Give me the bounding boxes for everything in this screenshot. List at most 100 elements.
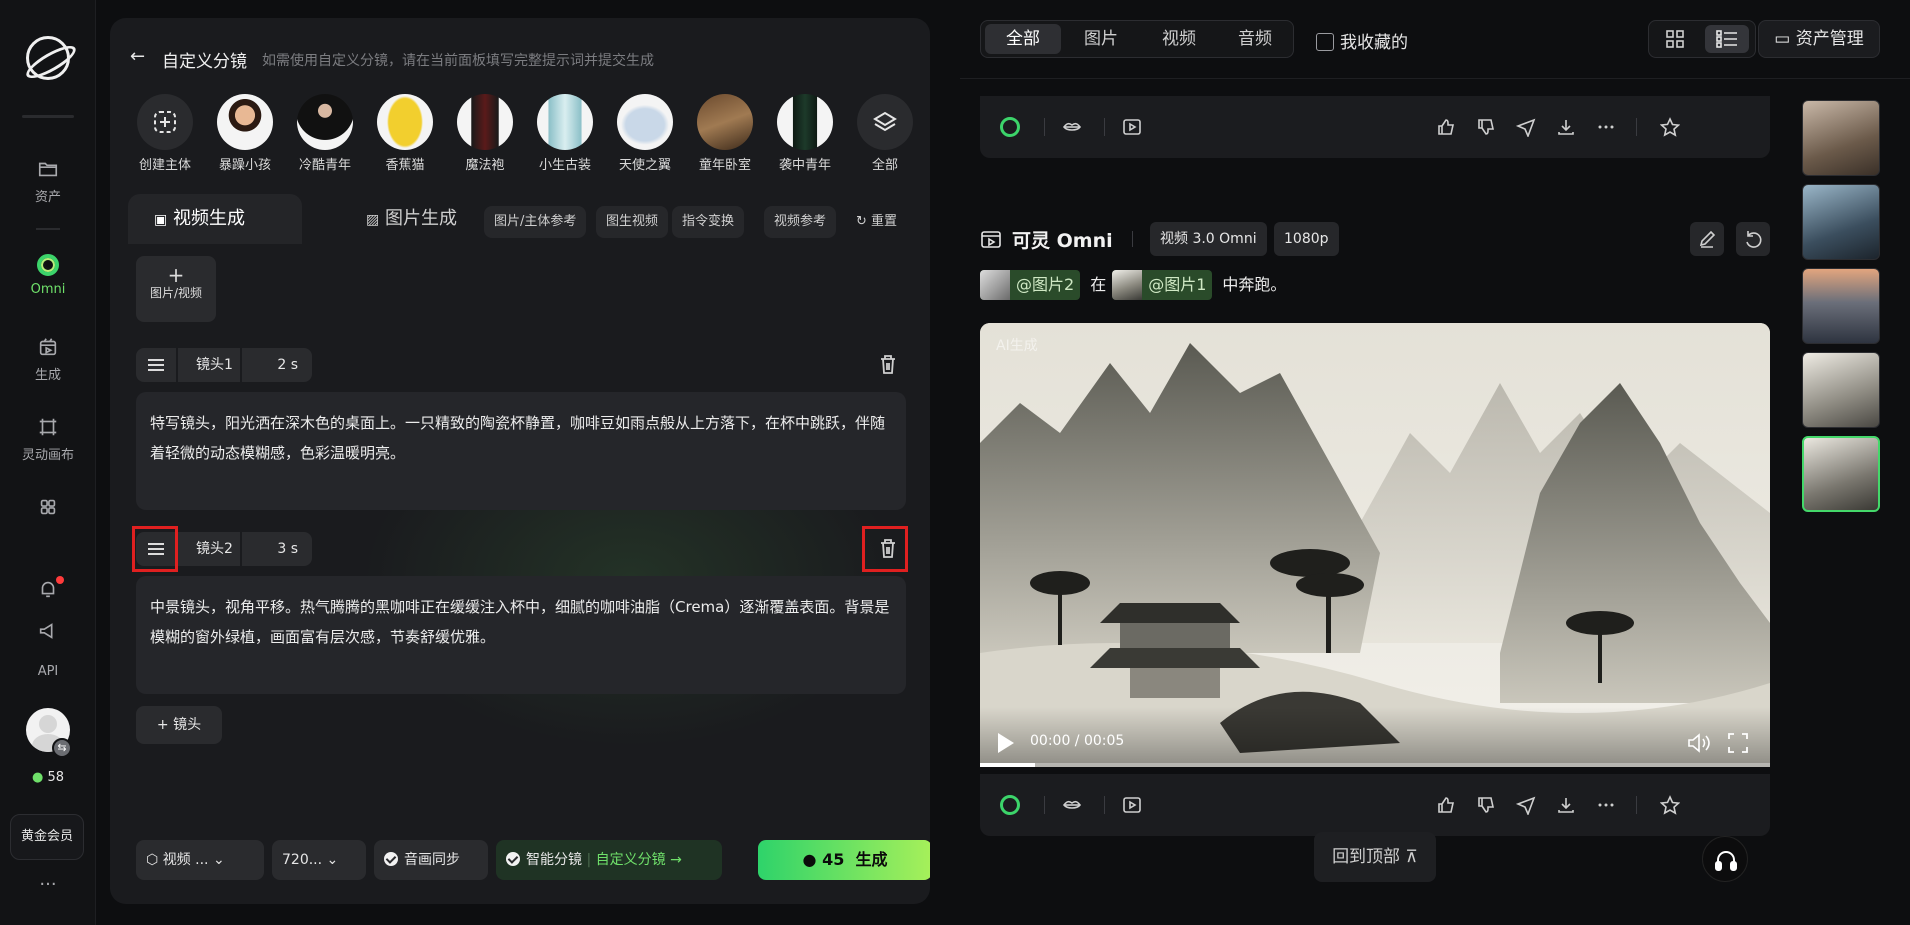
grid-view-button[interactable] <box>1653 25 1697 53</box>
audio-sync-toggle[interactable]: 音画同步 <box>374 840 488 880</box>
chevron-down-icon: ⌄ <box>326 852 339 868</box>
edit-button[interactable] <box>1690 222 1724 256</box>
subject-all[interactable]: 全部 <box>850 94 920 173</box>
chip-image-subject-ref[interactable]: 图片/主体参考 <box>484 206 587 238</box>
filter-audio[interactable]: 音频 <box>1217 24 1293 54</box>
history-thumbnail[interactable] <box>1802 100 1880 176</box>
thumbs-down-icon[interactable] <box>1476 117 1496 137</box>
rail-item-assets[interactable]: 资产 <box>0 158 96 205</box>
shot-header: 镜头2 3 s <box>136 532 906 566</box>
model-chip: 视频 3.0 Omni <box>1150 222 1267 256</box>
subject-thumbnail <box>617 94 673 150</box>
subject-item[interactable]: 香蕉猫 <box>370 94 440 173</box>
favorites-checkbox[interactable]: 我收藏的 <box>1316 28 1408 53</box>
folder-icon: ▭ <box>1774 29 1791 49</box>
upload-media-button[interactable]: + 图片/视频 <box>136 256 216 322</box>
chip-instruction-transform[interactable]: 指令变换 <box>672 206 745 238</box>
shot-prompt-textarea[interactable]: 特写镜头，阳光洒在深木色的桌面上。一只精致的陶瓷杯静置，咖啡豆如雨点般从上方落下… <box>136 392 906 510</box>
volume-icon[interactable] <box>1686 731 1712 755</box>
regenerate-button[interactable] <box>1736 222 1770 256</box>
layers-icon <box>857 94 913 150</box>
shot-name[interactable]: 镜头2 <box>178 532 240 566</box>
asset-management-button[interactable]: ▭ 资产管理 <box>1758 20 1880 58</box>
subject-item[interactable]: 暴躁小孩 <box>210 94 280 173</box>
vip-button[interactable]: 黄金会员 <box>10 814 84 860</box>
star-icon[interactable] <box>1660 795 1680 815</box>
subject-item[interactable]: 袭中青年 <box>770 94 840 173</box>
left-rail: 资产 Omni 生成 灵动画布 API ⇆ ● 58 黄金会员 ··· <box>0 0 96 925</box>
subject-item[interactable]: 童年卧室 <box>690 94 760 173</box>
image-reference-tag[interactable]: @图片1 <box>1112 270 1213 300</box>
filter-all[interactable]: 全部 <box>985 24 1061 54</box>
thumbs-down-icon[interactable] <box>1476 795 1496 815</box>
menu-icon <box>148 359 164 371</box>
subject-item[interactable]: 小生古装 <box>530 94 600 173</box>
chip-video-reference[interactable]: 视频参考 <box>764 206 837 238</box>
back-to-top-button[interactable]: 回到顶部 ⊼ <box>1314 832 1436 882</box>
add-shot-label: 镜头 <box>173 717 202 733</box>
back-arrow-icon[interactable]: ← <box>130 46 145 67</box>
history-thumbnail[interactable] <box>1802 352 1880 428</box>
more-icon[interactable] <box>1596 117 1616 137</box>
rail-item-apps[interactable] <box>0 496 96 524</box>
shot-duration[interactable]: 3 s <box>242 532 312 566</box>
filter-image[interactable]: 图片 <box>1063 24 1139 54</box>
custom-shot-link[interactable]: 自定义分镜 → <box>596 852 682 868</box>
vip-label: 黄金会员 <box>20 829 73 844</box>
media-filter-tabs: 全部 图片 视频 音频 <box>980 20 1294 58</box>
subject-item[interactable]: 魔法袍 <box>450 94 520 173</box>
subject-item[interactable]: 冷酷青年 <box>290 94 360 173</box>
shot-duration[interactable]: 2 s <box>242 348 312 382</box>
history-thumbnail-selected[interactable] <box>1802 436 1880 512</box>
app-logo[interactable] <box>26 36 70 80</box>
share-icon[interactable] <box>1516 795 1536 815</box>
rail-item-omni[interactable]: Omni <box>0 254 96 297</box>
video-extend-icon[interactable] <box>1122 117 1142 137</box>
resolution-select[interactable]: 720... ⌄ <box>272 840 366 880</box>
mode-select[interactable]: ⬡ 视频 ... ⌄ <box>136 840 264 880</box>
image-reference-tag[interactable]: @图片2 <box>980 270 1081 300</box>
megaphone-icon[interactable] <box>37 620 59 642</box>
shot-name[interactable]: 镜头1 <box>178 348 240 382</box>
filter-video[interactable]: 视频 <box>1141 24 1217 54</box>
history-thumbnail[interactable] <box>1802 268 1880 344</box>
history-thumbnail[interactable] <box>1802 184 1880 260</box>
generate-button[interactable]: ● 45 生成 <box>758 840 930 880</box>
tab-image[interactable]: ▨ 图片生成 <box>340 194 457 244</box>
api-label: API <box>37 664 59 679</box>
support-button[interactable] <box>1702 836 1748 882</box>
subject-create[interactable]: 创建主体 <box>130 94 200 173</box>
smart-shot-toggle[interactable]: 智能分镜 | 自定义分镜 → <box>496 840 722 880</box>
tab-label: 图片生成 <box>384 208 457 229</box>
rail-item-label: 生成 <box>34 368 61 383</box>
list-view-button[interactable] <box>1705 25 1749 53</box>
rail-item-api[interactable]: API <box>0 664 96 679</box>
generation-toolbar: ⬡ 视频 ... ⌄ 720... ⌄ 音画同步 智能分镜 | 自定义分镜 → … <box>136 840 930 880</box>
add-shot-button[interactable]: + 镜头 <box>136 706 222 744</box>
fullscreen-icon[interactable] <box>1726 731 1750 755</box>
video-extend-icon[interactable] <box>1122 795 1142 815</box>
video-player[interactable]: AI生成 00:00 / 00:05 <box>980 323 1770 767</box>
thumbs-up-icon[interactable] <box>1436 117 1456 137</box>
shot-prompt-textarea[interactable]: 中景镜头，视角平移。热气腾腾的黑咖啡正在缓缓注入杯中，细腻的咖啡油脂（Crema… <box>136 576 906 694</box>
share-icon[interactable] <box>1516 117 1536 137</box>
video-progress-track[interactable] <box>980 763 1770 767</box>
shot-drag-handle[interactable] <box>136 348 176 382</box>
download-icon[interactable] <box>1556 795 1576 815</box>
download-icon[interactable] <box>1556 117 1576 137</box>
rail-item-generate[interactable]: 生成 <box>0 336 96 383</box>
star-icon[interactable] <box>1660 117 1680 137</box>
lips-icon[interactable] <box>1062 795 1082 815</box>
subject-item[interactable]: 天使之翼 <box>610 94 680 173</box>
lips-icon[interactable] <box>1062 117 1082 137</box>
trash-icon[interactable] <box>870 348 906 382</box>
play-icon[interactable] <box>998 733 1014 753</box>
more-icon[interactable]: ··· <box>0 874 96 895</box>
chip-image-to-video[interactable]: 图生视频 <box>596 206 669 238</box>
reset-button[interactable]: ↻ 重置 <box>856 206 897 238</box>
rail-item-canvas[interactable]: 灵动画布 <box>0 416 96 463</box>
more-icon[interactable] <box>1596 795 1616 815</box>
switch-account-icon[interactable]: ⇆ <box>52 738 72 758</box>
thumbs-up-icon[interactable] <box>1436 795 1456 815</box>
tab-video[interactable]: ▣ 视频生成 <box>128 194 302 244</box>
